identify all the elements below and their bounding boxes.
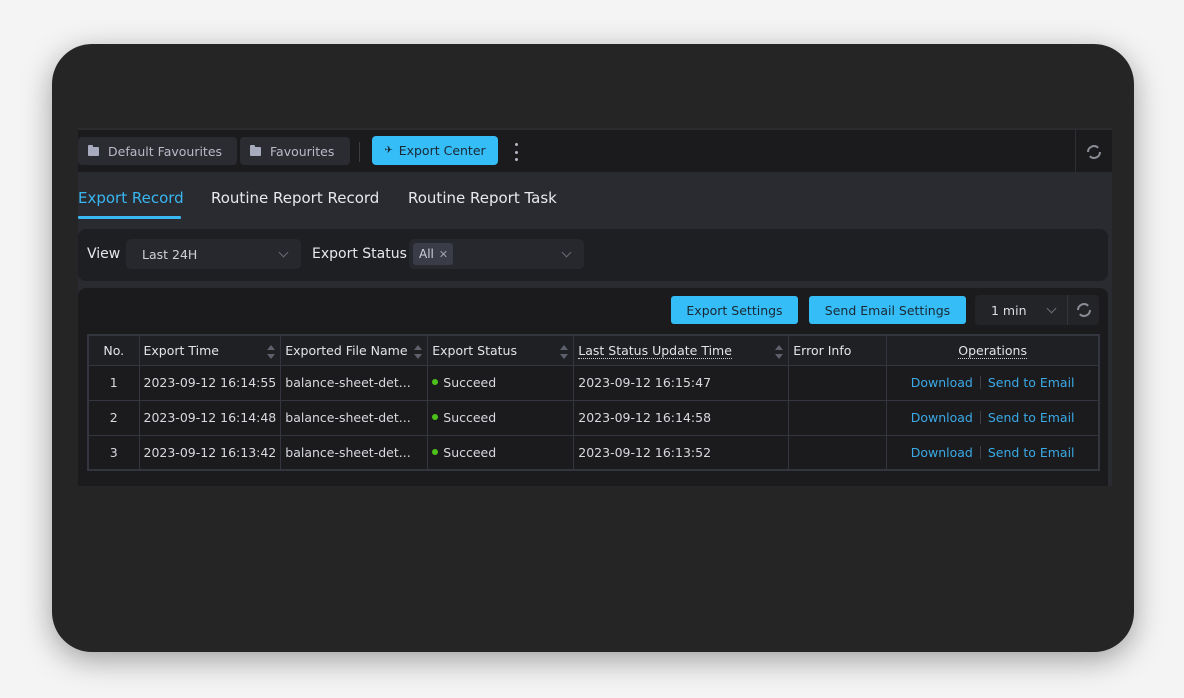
table-row: 1 2023-09-12 16:14:55 balance-sheet-det.… — [87, 364, 1100, 401]
tab-export-record[interactable]: Export Record — [78, 189, 184, 207]
column-error-info: Error Info — [788, 334, 888, 366]
export-center-label: Export Center — [398, 143, 486, 158]
export-records-table: No. Export Time Exported File Name Expor… — [87, 334, 1100, 471]
success-dot-icon — [432, 379, 439, 385]
table-row: 3 2023-09-12 16:13:42 balance-sheet-det.… — [87, 434, 1100, 471]
export-settings-button[interactable]: Export Settings — [671, 296, 798, 324]
scrollbar[interactable] — [1108, 216, 1112, 486]
column-no: No. — [87, 334, 140, 366]
chevron-down-icon — [561, 247, 572, 258]
column-export-time[interactable]: Export Time — [138, 334, 282, 366]
error-info-cell — [788, 434, 888, 471]
records-panel: Export Settings Send Email Settings 1 mi… — [78, 288, 1108, 486]
column-exported-file-name[interactable]: Exported File Name — [280, 334, 429, 366]
file-name-cell: balance-sheet-det... — [280, 434, 429, 471]
row-number: 2 — [87, 399, 140, 436]
table-header-row: No. Export Time Exported File Name Expor… — [87, 334, 1100, 366]
folder-icon — [88, 144, 99, 156]
export-status-cell: Succeed — [427, 434, 575, 471]
sort-icon[interactable] — [414, 345, 423, 359]
refresh-icon — [1087, 145, 1101, 159]
refresh-interval-value: 1 min — [991, 303, 1027, 318]
tab-bar: Export Record Routine Report Record Rout… — [78, 172, 1112, 222]
chevron-down-icon — [278, 247, 289, 258]
favourites-label: Favourites — [270, 143, 335, 159]
sort-icon[interactable] — [560, 345, 569, 359]
divider — [359, 142, 360, 162]
operations-cell: Download Send to Email — [886, 364, 1100, 401]
refresh-button[interactable] — [1075, 130, 1112, 174]
row-number: 3 — [87, 434, 140, 471]
view-select-value: Last 24H — [142, 246, 198, 262]
favourites-button[interactable]: Favourites — [240, 137, 350, 165]
tab-routine-report-task[interactable]: Routine Report Task — [408, 189, 557, 207]
last-update-cell: 2023-09-12 16:14:58 — [573, 399, 790, 436]
refresh-icon — [1076, 303, 1091, 317]
export-time-cell: 2023-09-12 16:13:42 — [138, 434, 282, 471]
sort-icon[interactable] — [267, 345, 276, 359]
window-frame: Default Favourites Favourites ✈ Export C… — [52, 44, 1134, 652]
operations-cell: Download Send to Email — [886, 434, 1100, 471]
export-status-cell: Succeed — [427, 364, 575, 401]
error-info-cell — [788, 399, 888, 436]
status-tag-all: All ✕ — [413, 243, 454, 265]
refresh-records-button[interactable] — [1067, 295, 1099, 325]
chevron-down-icon — [1046, 303, 1057, 314]
export-time-cell: 2023-09-12 16:14:55 — [138, 364, 282, 401]
last-update-cell: 2023-09-12 16:15:47 — [573, 364, 790, 401]
file-name-cell: balance-sheet-det... — [280, 364, 429, 401]
export-status-cell: Succeed — [427, 399, 575, 436]
favourites-bar: Default Favourites Favourites ✈ Export C… — [78, 128, 1112, 174]
tab-routine-report-record[interactable]: Routine Report Record — [211, 189, 379, 207]
view-label: View — [87, 246, 121, 262]
send-to-email-link[interactable]: Send to Email — [988, 445, 1075, 460]
divider — [979, 445, 981, 459]
send-to-email-link[interactable]: Send to Email — [988, 375, 1075, 390]
sort-icon[interactable] — [775, 345, 784, 359]
folder-icon — [250, 144, 261, 156]
export-time-cell: 2023-09-12 16:14:48 — [138, 399, 282, 436]
pin-icon: ✈ — [384, 145, 393, 156]
operations-cell: Download Send to Email — [886, 399, 1100, 436]
download-link[interactable]: Download — [911, 410, 973, 425]
download-link[interactable]: Download — [911, 445, 973, 460]
export-center-app: Default Favourites Favourites ✈ Export C… — [78, 128, 1112, 486]
active-tab-indicator — [78, 216, 181, 219]
success-dot-icon — [432, 414, 439, 420]
export-status-label: Export Status — [312, 246, 407, 262]
download-link[interactable]: Download — [911, 375, 973, 390]
default-favourites-label: Default Favourites — [108, 143, 223, 159]
table-row: 2 2023-09-12 16:14:48 balance-sheet-det.… — [87, 399, 1100, 436]
column-operations: Operations — [886, 334, 1100, 366]
file-name-cell: balance-sheet-det... — [280, 399, 429, 436]
main-content: Export Record Routine Report Record Rout… — [78, 172, 1112, 486]
send-email-settings-button[interactable]: Send Email Settings — [809, 296, 966, 324]
error-info-cell — [788, 364, 888, 401]
last-update-cell: 2023-09-12 16:13:52 — [573, 434, 790, 471]
export-status-select[interactable]: All ✕ — [409, 239, 584, 269]
divider — [979, 411, 981, 424]
filter-bar: View Last 24H Export Status All ✕ — [78, 229, 1108, 281]
export-center-button[interactable]: ✈ Export Center — [372, 136, 498, 165]
more-options-icon[interactable] — [512, 143, 520, 161]
column-last-status-update-time[interactable]: Last Status Update Time — [573, 334, 790, 366]
refresh-interval-select[interactable]: 1 min — [975, 295, 1099, 325]
column-export-status[interactable]: Export Status — [427, 334, 575, 366]
status-tag-label: All — [419, 247, 434, 261]
remove-tag-icon[interactable]: ✕ — [439, 248, 448, 261]
divider — [979, 376, 981, 389]
send-to-email-link[interactable]: Send to Email — [988, 410, 1075, 425]
success-dot-icon — [432, 448, 439, 455]
default-favourites-button[interactable]: Default Favourites — [78, 137, 237, 165]
view-select[interactable]: Last 24H — [126, 239, 301, 269]
row-number: 1 — [87, 364, 140, 401]
